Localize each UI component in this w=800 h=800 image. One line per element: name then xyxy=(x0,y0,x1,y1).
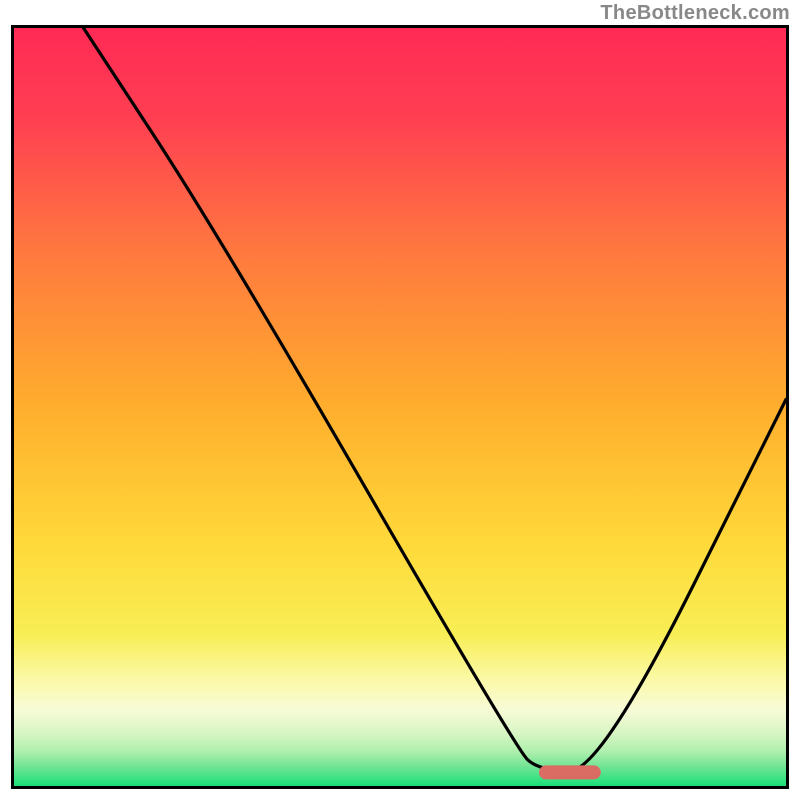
optimal-marker xyxy=(539,765,601,779)
watermark-text: TheBottleneck.com xyxy=(600,2,790,25)
chart-container: TheBottleneck.com xyxy=(0,0,800,800)
plot-surface xyxy=(14,28,786,786)
gradient-background xyxy=(14,28,786,786)
plot-frame xyxy=(11,25,789,789)
